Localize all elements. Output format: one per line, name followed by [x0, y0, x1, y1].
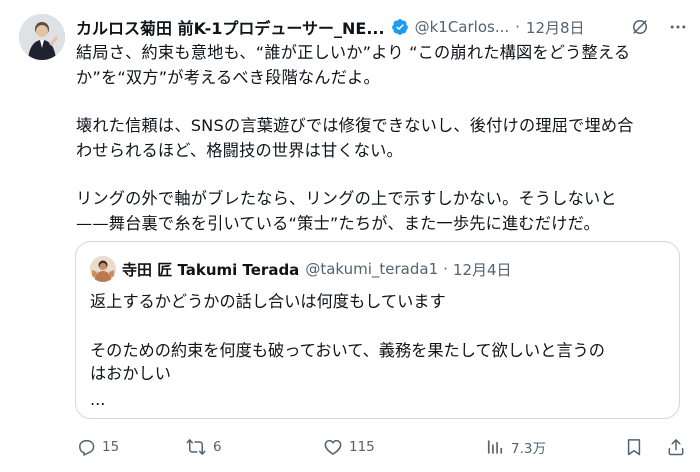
quoted-avatar[interactable]	[90, 256, 116, 282]
tweet-text: 結局さ、約束も意地も、“誰が正しいか”より “この崩れた構図をどう整える か”を…	[76, 40, 676, 236]
quoted-tweet[interactable]: 寺田 匠 Takumi Terada @takumi_terada1 · 12月…	[75, 241, 680, 419]
grok-icon[interactable]	[630, 17, 650, 37]
reply-icon	[76, 437, 96, 457]
verified-badge-icon[interactable]	[391, 18, 409, 36]
more-options-icon[interactable]	[668, 17, 688, 37]
like-icon	[323, 437, 343, 457]
author-avatar[interactable]	[19, 14, 65, 60]
separator-dot: ·	[443, 260, 448, 278]
quoted-text: 返上するかどうかの話し合いは何度もしています そのための約束を何度も破っておいて…	[90, 290, 660, 411]
views-icon	[485, 437, 505, 457]
like-count: 115	[349, 439, 375, 455]
reply-count: 15	[102, 439, 120, 455]
share-icon	[666, 437, 686, 457]
action-bar: 15 6 115 7.3万	[76, 432, 686, 462]
repost-count: 6	[213, 439, 222, 455]
tweet-line: わせられるほど、格闘技の世界は甘くない。	[76, 141, 403, 160]
tweet-line: 結局さ、約束も意地も、“誰が正しいか”より “この崩れた構図をどう整える	[76, 43, 631, 62]
views-button[interactable]: 7.3万	[485, 432, 546, 462]
tweet-line: 壊れた信頼は、SNSの言葉遊びでは修復できないし、後付けの理屈で埋め合	[76, 116, 634, 135]
separator-dot: ·	[515, 18, 520, 36]
reply-button[interactable]: 15	[76, 432, 119, 462]
quoted-ellipsis[interactable]: ...	[90, 388, 660, 411]
tweet-header: カルロス菊田 前K-1プロデューサー_NE... @k1Carlos... · …	[76, 15, 688, 39]
views-count: 7.3万	[511, 441, 546, 457]
tweet-line: ——舞台裏で糸を引いている“策士”たちが、また一歩先に進むだけだ。	[76, 214, 600, 233]
share-button[interactable]	[666, 432, 686, 462]
quoted-header: 寺田 匠 Takumi Terada @takumi_terada1 · 12月…	[90, 256, 512, 282]
repost-button[interactable]: 6	[185, 432, 222, 462]
author-handle[interactable]: @k1Carlos...	[415, 18, 510, 36]
quoted-date[interactable]: 12月4日	[453, 259, 512, 280]
tweet-line: か”を“双方”が考えるべき段階なんだよ。	[76, 68, 380, 87]
repost-icon	[185, 437, 207, 457]
bookmark-icon	[624, 437, 644, 457]
tweet-line: リングの外で軸がブレたなら、リングの上で示すしかない。そうしないと	[76, 189, 617, 208]
quoted-line: そのための約束を何度も破っておいて、義務を果たして欲しいと言うの	[90, 341, 605, 360]
quoted-author-handle[interactable]: @takumi_terada1	[305, 260, 438, 278]
bookmark-button[interactable]	[624, 432, 644, 462]
tweet-date[interactable]: 12月8日	[526, 17, 585, 38]
like-button[interactable]: 115	[323, 432, 375, 462]
author-name[interactable]: カルロス菊田 前K-1プロデューサー_NE...	[76, 15, 385, 39]
quoted-line: はおかしい	[90, 364, 171, 383]
quoted-author-name[interactable]: 寺田 匠 Takumi Terada	[122, 259, 299, 280]
quoted-line: 返上するかどうかの話し合いは何度もしています	[90, 292, 446, 311]
